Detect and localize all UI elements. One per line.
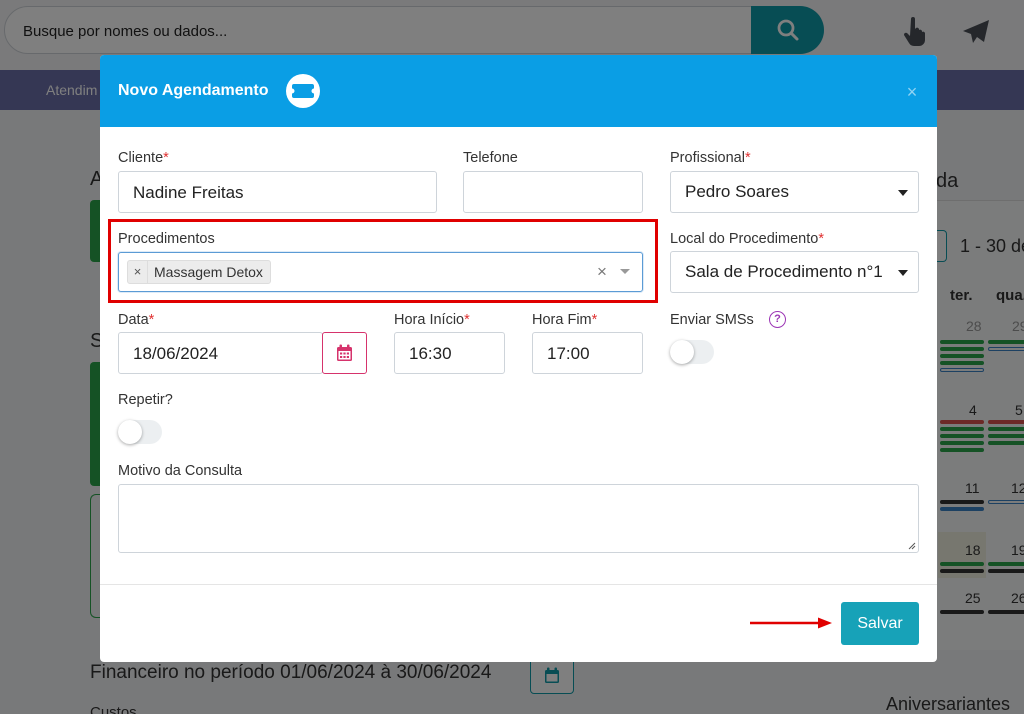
toggle-knob — [670, 340, 694, 364]
date-picker-button[interactable] — [322, 332, 367, 374]
modal-title: Novo Agendamento — [118, 82, 269, 99]
hora-inicio-field[interactable] — [394, 332, 505, 374]
cliente-input[interactable] — [133, 182, 422, 204]
enviar-sms-toggle[interactable] — [670, 340, 714, 364]
telefone-input[interactable] — [478, 182, 628, 204]
cliente-label: Cliente* — [118, 150, 169, 166]
new-appointment-modal: Novo Agendamento × Cliente* Telefone Pro… — [100, 55, 937, 662]
chevron-down-icon — [898, 270, 908, 276]
annotation-highlight-box — [108, 219, 658, 303]
annotation-arrow-icon — [750, 617, 832, 629]
repetir-label: Repetir? — [118, 392, 173, 408]
enviar-sms-label: Enviar SMSs — [670, 312, 754, 328]
hora-fim-field[interactable] — [532, 332, 643, 374]
data-input[interactable] — [133, 343, 308, 365]
motivo-label: Motivo da Consulta — [118, 463, 243, 479]
help-icon[interactable]: ? — [769, 311, 786, 328]
local-label: Local do Procedimento* — [670, 231, 824, 247]
repetir-toggle[interactable] — [118, 420, 162, 444]
data-label: Data* — [118, 312, 155, 328]
chevron-down-icon — [898, 190, 908, 196]
calendar-icon — [337, 344, 352, 361]
profissional-label: Profissional* — [670, 150, 751, 166]
cliente-field[interactable] — [118, 171, 437, 213]
hora-inicio-input[interactable] — [409, 343, 490, 365]
profissional-select[interactable]: Pedro Soares — [670, 171, 919, 213]
save-button[interactable]: Salvar — [841, 602, 919, 645]
hora-inicio-label: Hora Início* — [394, 312, 470, 328]
local-value: Sala de Procedimento n°1 — [685, 262, 883, 281]
motivo-input[interactable] — [119, 485, 918, 552]
telefone-field[interactable] — [463, 171, 643, 213]
toggle-knob — [118, 420, 142, 444]
profissional-value: Pedro Soares — [685, 182, 789, 201]
resize-grip-icon[interactable] — [908, 542, 916, 550]
close-modal-button[interactable]: × — [900, 82, 924, 102]
modal-header: Novo Agendamento × — [100, 55, 937, 127]
ticket-icon — [286, 74, 320, 108]
local-select[interactable]: Sala de Procedimento n°1 — [670, 251, 919, 293]
motivo-textarea[interactable] — [118, 484, 919, 553]
telefone-label: Telefone — [463, 150, 518, 166]
data-field[interactable] — [118, 332, 323, 374]
hora-fim-label: Hora Fim* — [532, 312, 598, 328]
hora-fim-input[interactable] — [547, 343, 628, 365]
footer-divider — [100, 584, 937, 585]
